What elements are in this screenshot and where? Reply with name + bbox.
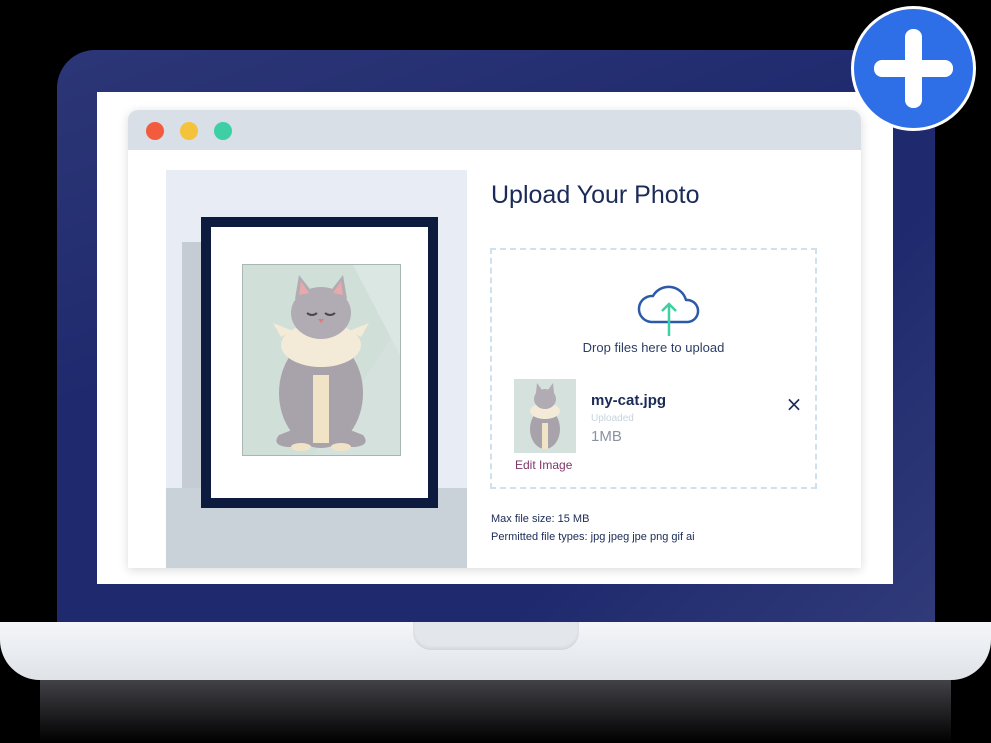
permitted-file-types-note: Permitted file types: jpg jpeg jpe png g… <box>491 531 695 543</box>
edit-image-link[interactable]: Edit Image <box>515 458 572 472</box>
cloud-upload-icon <box>637 285 700 336</box>
window-minimize-button[interactable] <box>180 122 198 140</box>
laptop-reflection <box>40 680 951 743</box>
window-maximize-button[interactable] <box>214 122 232 140</box>
browser-title-bar <box>128 110 861 150</box>
file-dropzone[interactable]: Drop files here to upload my-cat.jpg Upl… <box>490 248 817 489</box>
plus-icon <box>874 29 953 108</box>
page-title: Upload Your Photo <box>491 181 700 209</box>
cat-illustration <box>243 265 400 455</box>
file-name: my-cat.jpg <box>591 392 667 409</box>
max-file-size-note: Max file size: 15 MB <box>491 513 590 525</box>
window-close-button[interactable] <box>146 122 164 140</box>
file-thumbnail <box>514 379 576 453</box>
picture-frame <box>201 217 438 508</box>
add-button[interactable] <box>851 6 976 131</box>
cat-artwork <box>242 264 401 456</box>
photo-preview-panel <box>166 170 467 568</box>
frame-mat <box>211 227 428 498</box>
file-status: Uploaded <box>591 413 634 424</box>
cat-thumbnail-image <box>530 383 560 449</box>
laptop-notch <box>413 622 579 650</box>
close-icon[interactable]: × <box>784 394 804 414</box>
dropzone-instructions: Drop files here to upload <box>582 340 725 355</box>
file-size: 1MB <box>591 428 622 445</box>
